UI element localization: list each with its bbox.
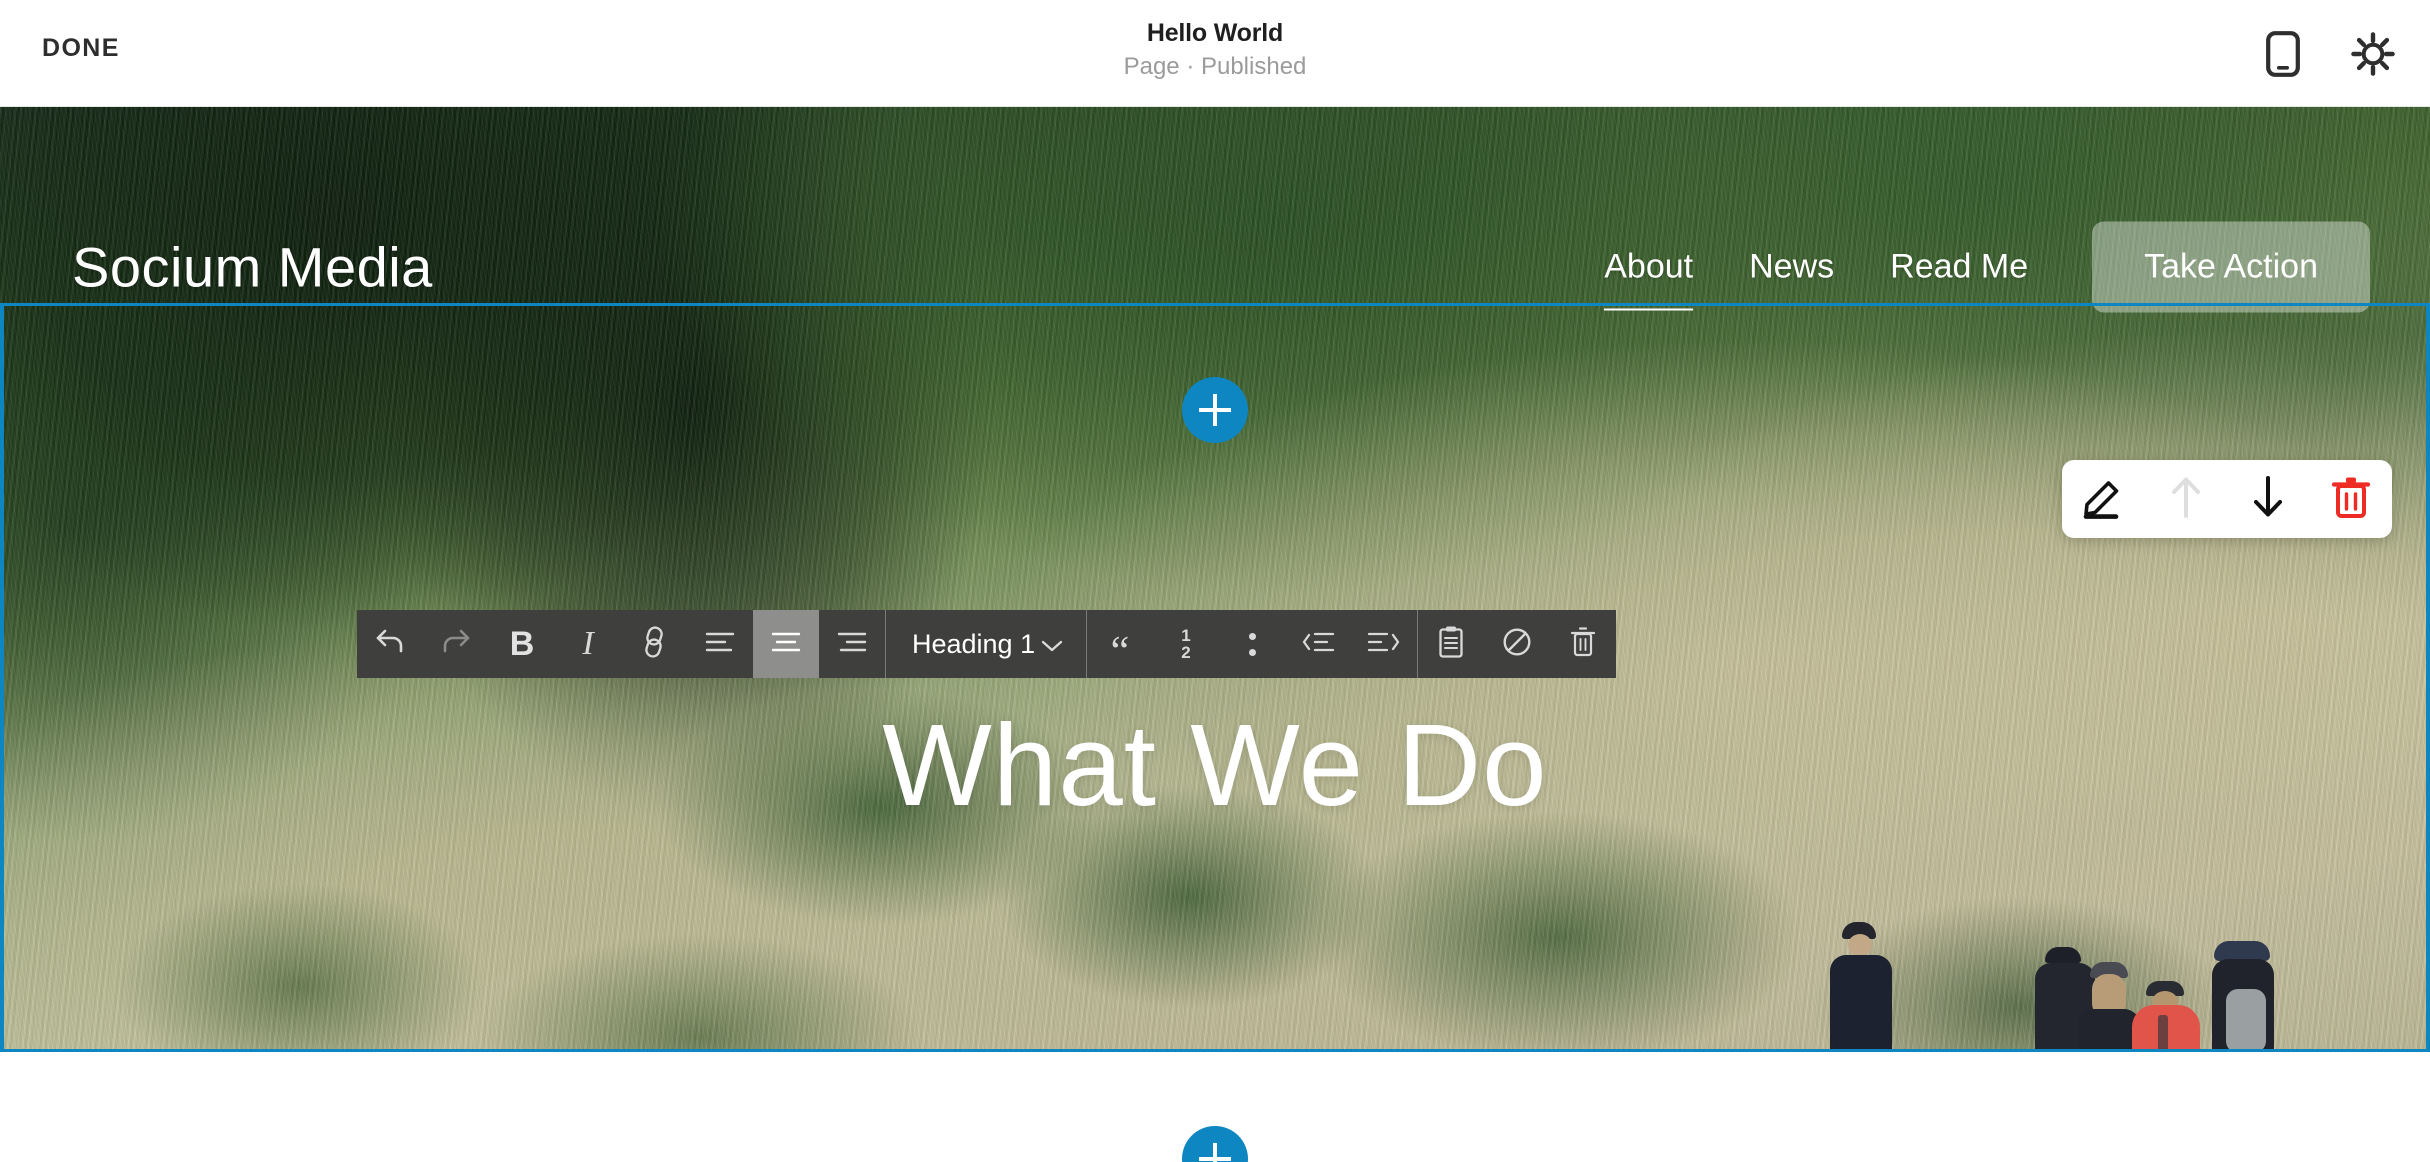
- edit-block-button[interactable]: [2073, 469, 2133, 529]
- align-left-button[interactable]: [687, 610, 753, 678]
- site-header: Socium Media About News Read Me Take Act…: [0, 107, 2430, 313]
- move-block-down-button[interactable]: [2238, 469, 2298, 529]
- clipboard-icon: [1437, 625, 1465, 664]
- redo-button[interactable]: [423, 610, 489, 678]
- bullet-list-icon: [1248, 632, 1256, 656]
- settings-button[interactable]: [2350, 31, 2396, 77]
- bold-button[interactable]: B: [489, 610, 555, 678]
- arrow-up-icon: [2166, 474, 2206, 525]
- delete-text-button[interactable]: [1550, 610, 1616, 678]
- move-block-up-button[interactable]: [2156, 469, 2216, 529]
- align-left-icon: [705, 630, 735, 659]
- editor-top-bar: DONE Hello World Page · Published: [0, 0, 2430, 107]
- chevron-down-icon: [1040, 629, 1064, 660]
- site-nav: About News Read Me Take Action: [1576, 221, 2370, 313]
- website-preview-canvas[interactable]: Socium Media About News Read Me Take Act…: [0, 107, 2430, 1162]
- pencil-icon: [2080, 474, 2126, 525]
- blockquote-button[interactable]: “: [1087, 610, 1153, 678]
- indent-icon: [1367, 630, 1401, 659]
- delete-block-button[interactable]: [2321, 469, 2381, 529]
- align-center-button[interactable]: [753, 610, 819, 678]
- no-entry-icon: [1502, 627, 1532, 662]
- gear-icon: [2350, 31, 2396, 77]
- align-center-icon: [771, 630, 801, 659]
- outdent-button[interactable]: [1285, 610, 1351, 678]
- block-actions-panel: [2062, 460, 2392, 538]
- align-right-icon: [837, 630, 867, 659]
- nav-item-read-me[interactable]: Read Me: [1862, 248, 2056, 287]
- nav-item-news[interactable]: News: [1721, 248, 1862, 287]
- quote-icon: “: [1110, 628, 1130, 675]
- text-style-value: Heading 1: [912, 628, 1036, 659]
- page-title: Hello World: [1146, 19, 1284, 47]
- page-status: Page · Published: [1123, 53, 1307, 81]
- bulleted-list-button[interactable]: [1219, 610, 1285, 678]
- trash-icon: [1569, 626, 1597, 663]
- page-meta: Hello World Page · Published: [0, 18, 2430, 84]
- ordered-list-button[interactable]: 12: [1153, 610, 1219, 678]
- arrow-down-icon: [2248, 474, 2288, 525]
- hero-heading-text[interactable]: What We Do: [0, 707, 2430, 823]
- italic-button[interactable]: I: [555, 610, 621, 678]
- numbered-list-icon: 12: [1181, 625, 1191, 662]
- add-section-below-button[interactable]: [1182, 1126, 1248, 1162]
- hikers-group: [1810, 917, 2430, 1052]
- link-chain-icon: [639, 625, 669, 664]
- rich-text-toolbar: B I Heading 1 “ 1 2: [357, 610, 1616, 678]
- undo-button[interactable]: [357, 610, 423, 678]
- italic-icon: I: [582, 625, 594, 662]
- nav-item-about[interactable]: About: [1576, 248, 1721, 311]
- site-logo[interactable]: Socium Media: [72, 235, 433, 300]
- add-section-above-button[interactable]: [1182, 377, 1248, 443]
- redo-arrow-icon: [440, 627, 472, 662]
- clear-formatting-button[interactable]: [1484, 610, 1550, 678]
- link-button[interactable]: [621, 610, 687, 678]
- mobile-preview-button[interactable]: [2260, 30, 2306, 77]
- align-right-button[interactable]: [819, 610, 885, 678]
- paste-button[interactable]: [1418, 610, 1484, 678]
- editor-bar-actions: [2260, 0, 2396, 107]
- text-style-select[interactable]: Heading 1: [886, 610, 1086, 678]
- take-action-button[interactable]: Take Action: [2092, 221, 2370, 313]
- bold-icon: B: [509, 624, 535, 663]
- outdent-icon: [1301, 630, 1335, 659]
- mobile-phone-icon: [2266, 30, 2300, 77]
- indent-button[interactable]: [1351, 610, 1417, 678]
- undo-arrow-icon: [374, 627, 406, 662]
- trash-icon: [2330, 474, 2372, 525]
